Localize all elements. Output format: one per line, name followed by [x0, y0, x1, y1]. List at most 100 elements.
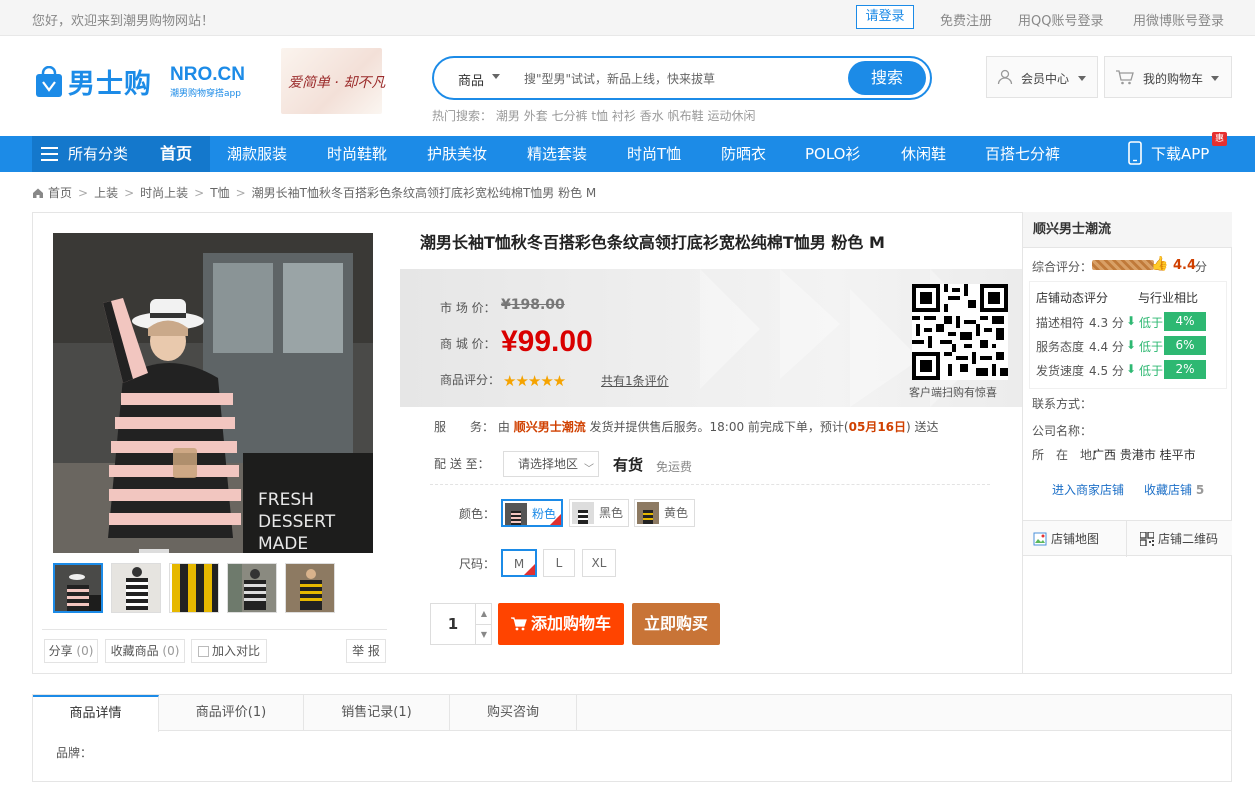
rating-stars: ★★★★★: [503, 372, 566, 390]
all-categories-menu[interactable]: 所有分类: [32, 136, 142, 172]
thumbnail-image[interactable]: [285, 563, 335, 613]
detail-tabs: 商品详情 商品评价(1) 销售记录(1) 购买咨询: [32, 694, 1232, 782]
size-option-xl[interactable]: XL: [582, 549, 616, 577]
nav-item[interactable]: 防晒衣: [721, 136, 766, 172]
metric-trend: 低于: [1139, 340, 1164, 354]
tab-product-reviews[interactable]: 商品评价(1): [159, 695, 304, 731]
share-count: (0): [76, 644, 94, 658]
shop-name[interactable]: 顺兴男士潮流: [1023, 212, 1232, 248]
favorite-product-button[interactable]: 收藏商品 (0): [105, 639, 185, 663]
hot-keyword[interactable]: t恤: [591, 109, 608, 123]
hot-keyword[interactable]: 七分裤: [552, 109, 588, 123]
search-category-select[interactable]: 商品: [458, 70, 484, 89]
user-icon: [997, 69, 1013, 85]
nav-item[interactable]: 百搭七分裤: [985, 136, 1060, 172]
login-button[interactable]: 请登录: [856, 5, 914, 29]
compare-label: 加入对比: [211, 644, 260, 658]
quantity-decrease-icon[interactable]: ▼: [475, 624, 492, 644]
nav-item[interactable]: 休闲鞋: [901, 136, 946, 172]
add-to-cart-button[interactable]: 添加购物车: [498, 603, 624, 645]
stock-status: 有货: [613, 456, 644, 474]
shop-qr-button[interactable]: 店铺二维码: [1128, 521, 1232, 557]
rating-label: 商品评分：: [440, 373, 501, 387]
home-icon: [33, 188, 43, 198]
chevron-down-icon: [492, 74, 500, 79]
size-option-m[interactable]: M: [501, 549, 537, 577]
breadcrumb-item[interactable]: 首页: [48, 186, 72, 200]
thumbnail-image[interactable]: [53, 563, 103, 613]
register-link[interactable]: 免费注册: [940, 10, 992, 29]
tab-sales-records[interactable]: 销售记录(1): [304, 695, 450, 731]
member-center-button[interactable]: 会员中心: [986, 56, 1098, 98]
shipping-info: 免运费: [656, 460, 693, 474]
service-prefix: 由: [497, 420, 510, 434]
nav-item-home[interactable]: 首页: [142, 136, 210, 172]
shop-map-button[interactable]: 店铺地图: [1023, 521, 1127, 557]
quantity-input[interactable]: 1: [431, 604, 475, 644]
share-label: 分享: [48, 644, 73, 658]
tab-product-details[interactable]: 商品详情: [33, 695, 159, 732]
shop-footer: 店铺地图 店铺二维码: [1023, 520, 1232, 557]
share-button[interactable]: 分享 (0): [44, 639, 98, 663]
favorite-shop-count: 5: [1195, 483, 1205, 497]
color-option-yellow[interactable]: 黄色: [634, 499, 695, 527]
top-bar: 您好，欢迎来到潮男购物网站！ 请登录 免费注册 用QQ账号登录 用微博账号登录: [0, 0, 1255, 36]
chevron-down-icon: [1078, 76, 1086, 81]
search-button[interactable]: 搜索: [848, 61, 926, 95]
company-label: 公司名称：: [1032, 424, 1093, 438]
breadcrumb-item[interactable]: T恤: [210, 186, 229, 200]
color-option-black[interactable]: 黑色: [569, 499, 629, 527]
color-swatch: [505, 503, 527, 525]
report-button[interactable]: 举 报: [346, 639, 386, 663]
favorite-shop-link[interactable]: 收藏店铺 5: [1144, 481, 1204, 498]
thumbnail-image[interactable]: [169, 563, 219, 613]
overall-score: 4.4: [1173, 258, 1197, 273]
hot-keyword[interactable]: 帆布鞋: [668, 109, 704, 123]
hot-keyword[interactable]: 运动休闲: [707, 109, 755, 123]
color-option-pink[interactable]: 粉色: [501, 499, 563, 527]
hot-keyword[interactable]: 潮男: [496, 109, 520, 123]
region-select[interactable]: 请选择地区 ﹀: [503, 451, 599, 477]
enter-shop-link[interactable]: 进入商家店铺: [1052, 481, 1124, 498]
nav-item[interactable]: 时尚鞋靴: [327, 136, 387, 172]
reviews-link[interactable]: 共有1条评价: [601, 372, 669, 389]
service-label: 服 务：: [434, 420, 495, 434]
qq-login-link[interactable]: 用QQ账号登录: [1018, 10, 1103, 29]
buy-now-button[interactable]: 立即购买: [632, 603, 720, 645]
nav-item[interactable]: 护肤美妆: [427, 136, 487, 172]
logo-subtitle: 潮男购物穿搭app: [170, 89, 241, 99]
thumbnail-image[interactable]: [227, 563, 277, 613]
weibo-login-link[interactable]: 用微博账号登录: [1133, 10, 1224, 29]
quantity-increase-icon[interactable]: ▲: [475, 604, 492, 624]
map-icon: [1033, 532, 1047, 546]
my-cart-button[interactable]: 我的购物车: [1104, 56, 1232, 98]
shop-map-label: 店铺地图: [1051, 532, 1100, 546]
nav-item[interactable]: 潮款服装: [227, 136, 287, 172]
promo-banner[interactable]: 爱简单 · 却不凡: [281, 48, 385, 114]
hot-keyword[interactable]: 香水: [640, 109, 664, 123]
location-value: 广西 贵港市 桂平市: [1092, 448, 1196, 462]
my-cart-label: 我的购物车: [1143, 72, 1204, 86]
breadcrumb-item[interactable]: 上装: [94, 186, 118, 200]
overall-score-unit: 分: [1195, 260, 1208, 274]
nav-item[interactable]: 时尚T恤: [627, 136, 681, 172]
thumbnail-image[interactable]: [111, 563, 161, 613]
hot-keyword[interactable]: 衬衫: [612, 109, 636, 123]
hot-keyword[interactable]: 外套: [524, 109, 548, 123]
delivery-label: 配 送 至：: [434, 457, 490, 471]
search-input[interactable]: [524, 68, 844, 90]
compare-checkbox[interactable]: [198, 646, 209, 657]
service-shop-link[interactable]: 顺兴男士潮流: [514, 420, 586, 434]
add-compare-button[interactable]: 加入对比: [191, 639, 267, 663]
download-app-link[interactable]: 下载APP: [1128, 136, 1209, 172]
search-box: 商品 搜索: [432, 56, 932, 100]
size-option-l[interactable]: L: [543, 549, 575, 577]
qr-caption: 客户端扫购有惊喜: [909, 386, 997, 399]
nav-item[interactable]: POLO衫: [805, 136, 860, 172]
nav-item[interactable]: 精选套装: [527, 136, 587, 172]
tab-purchase-consult[interactable]: 购买咨询: [450, 695, 577, 731]
breadcrumb-item[interactable]: 时尚上装: [140, 186, 188, 200]
logo-text: 男士购: [68, 69, 152, 100]
site-logo[interactable]: 男士购 NRO.CN 潮男购物穿搭app: [34, 62, 254, 102]
product-main-image[interactable]: FRESH DESSERT MADE: [53, 233, 373, 553]
